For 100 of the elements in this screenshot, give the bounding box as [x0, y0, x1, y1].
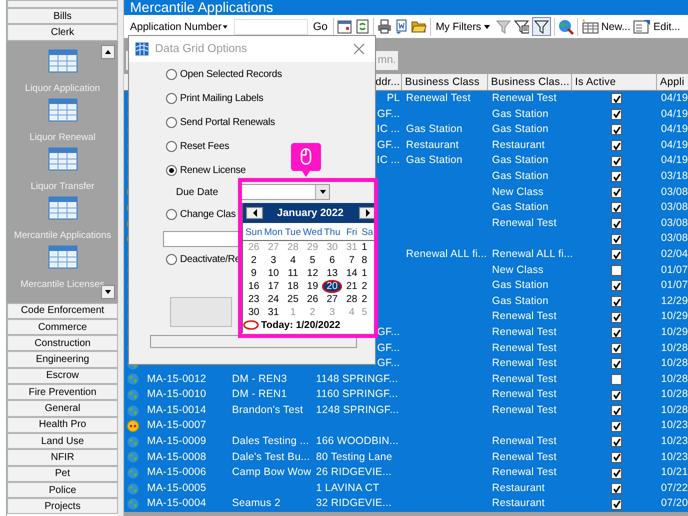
grid-row[interactable]: MA-15-0010 DM - REN1 1160 SPRINGF... Renewal Test 10/28 — [124, 387, 688, 403]
calendar-day[interactable]: 9 — [244, 267, 264, 280]
table-cell-text: Renewal Test — [491, 309, 558, 324]
table-cell-text: Gas Station — [491, 106, 550, 122]
grid-row[interactable]: MA-15-0004 Seamus 2 32 RIDGEVIE... Restaurant 07/20 — [124, 496, 688, 512]
table-cell-text: 10/23 — [660, 418, 688, 434]
calendar-day[interactable]: 12 — [302, 267, 322, 280]
calendar-day[interactable]: 10 — [264, 267, 284, 280]
table-cell-text: MA-15-0012 — [146, 372, 208, 387]
nav-button[interactable]: NFIR — [7, 449, 118, 466]
table-cell-text: Gas Station — [491, 122, 550, 138]
nav-button[interactable]: Police — [7, 482, 118, 498]
nav-button[interactable]: Code Enforcement — [7, 302, 118, 319]
table-cell-text: New Class — [491, 184, 545, 200]
table-cell-text: Restaurant — [491, 496, 546, 512]
nav-button[interactable]: Health Pro — [7, 416, 118, 433]
table-cell-text: GF... — [376, 106, 401, 122]
filters-dropdown[interactable]: My Filters — [434, 20, 494, 32]
calendar-day[interactable]: 11 — [283, 267, 303, 280]
calendar-day[interactable]: 25 — [283, 293, 303, 306]
table-cell-text: Renewal Test — [491, 356, 558, 372]
radio-label[interactable]: Print Mailing Labels — [180, 92, 264, 104]
calendar-day[interactable]: 14 — [342, 267, 362, 280]
calendar-day[interactable]: 23 — [244, 293, 264, 306]
grid-row[interactable]: MA-15-0014 Brandon's Test 1248 SPRINGF... Renewal Test 10/28 — [124, 402, 688, 418]
calendar-day[interactable]: 1 — [362, 267, 374, 280]
table-cell-text: DM - REN1 — [231, 387, 288, 402]
table-cell-text: 10/23 — [660, 434, 688, 450]
grid-row[interactable]: MA-15-0008 Dale's Test Bu... 80 Testing Lane Renewal Test 10/23 — [124, 450, 688, 466]
table-cell-text: 07/20 — [660, 496, 688, 512]
table-cell-text: 12/29 — [660, 294, 688, 309]
nav-button[interactable]: Land Use — [7, 432, 118, 450]
grid-row[interactable]: MA-15-0006 Camp Bow Wow 26 RIDGEVIE... Renewal Test 10/21 — [124, 465, 688, 481]
grid-row[interactable]: MA-15-0009 Dales Testing ... 166 WOODBIN... Renewal Test 10/23 — [124, 434, 688, 450]
nav-button[interactable]: Bills — [7, 8, 118, 24]
calendar-day[interactable]: 17 — [264, 280, 284, 293]
calendar-day[interactable]: 21 — [342, 280, 362, 293]
nav-button[interactable]: Projects — [7, 498, 118, 514]
table-cell-text: Camp Bow Wow — [231, 465, 312, 480]
table-cell-text: 10/29 — [660, 324, 688, 340]
calendar-day[interactable]: 16 — [244, 280, 264, 293]
table-cell-text: Renewal Test — [405, 91, 472, 106]
nav-button[interactable]: Engineering — [7, 351, 118, 368]
nav-button[interactable]: Fire Prevention — [7, 384, 118, 400]
table-cell-text: Renewal Test — [491, 340, 558, 356]
calendar-day[interactable]: 2 — [362, 293, 374, 306]
table-cell-text: Renewal Test — [491, 372, 558, 387]
calendar-day[interactable]: 19 — [302, 280, 322, 293]
nav-button[interactable]: Construction — [7, 335, 118, 352]
table-cell-text: Renewal Test — [491, 324, 558, 340]
calendar-day[interactable]: 2 — [362, 280, 374, 293]
table-cell-text: 04/19 — [660, 153, 688, 168]
column-header[interactable]: Business Class — [402, 74, 488, 90]
grid-row[interactable]: MA-15-0005 1 LAVINA CT Restaurant 07/22 — [124, 480, 688, 496]
calendar-day[interactable]: 26 — [302, 293, 322, 306]
table-cell-text: Gas Station — [491, 278, 550, 294]
grid-row[interactable]: MA-15-0012 DM - REN3 1148 SPRINGF... Renewal Test 10/28 — [124, 372, 688, 388]
table-cell-text: 04/19 — [660, 122, 688, 138]
grid-row[interactable]: MA-15-0007 10/23 — [124, 418, 688, 434]
nav-button[interactable]: Clerk — [7, 24, 118, 41]
table-cell-text: 1160 SPRINGF... — [315, 387, 400, 402]
table-cell-text: 10/28 — [660, 356, 688, 372]
table-cell-text: MA-15-0006 — [146, 465, 208, 480]
table-cell-text: 03/08 — [660, 216, 688, 231]
table-cell-text: GF... — [376, 356, 401, 372]
column-header[interactable]: Is Active — [572, 74, 657, 90]
table-cell-text: Restaurant — [491, 480, 546, 496]
nav-button[interactable]: General — [7, 400, 118, 417]
calendar-day[interactable]: 27 — [322, 293, 342, 306]
calendar-day[interactable]: 28 — [342, 293, 362, 306]
nav-button[interactable]: Commerce — [7, 318, 118, 336]
calendar-day[interactable]: 18 — [283, 280, 303, 293]
table-cell-text: 32 RIDGEVIE... — [315, 496, 393, 512]
go-button[interactable]: Go — [311, 20, 330, 32]
table-cell-text: 26 RIDGEVIE... — [315, 465, 393, 480]
table-cell-text: Renewal Test — [491, 465, 558, 480]
nav-button[interactable]: Escrow — [7, 368, 118, 384]
table-cell-text: 07/22 — [660, 480, 688, 496]
column-header[interactable]: Business Clas... — [488, 74, 572, 90]
calendar-day[interactable]: 20 — [322, 280, 342, 293]
column-header[interactable]: Appli — [657, 74, 688, 90]
field-label: Due Date — [176, 186, 220, 198]
new-button[interactable]: New... — [581, 19, 630, 34]
radio-label[interactable]: Deactivate/Re — [180, 254, 240, 264]
edit-button[interactable]: Edit... — [633, 19, 680, 34]
table-cell-text: 10/23 — [660, 450, 688, 465]
table-cell-text: Restaurant — [405, 138, 460, 153]
table-cell-text: Restaurant — [491, 138, 546, 153]
calendar-day[interactable]: 13 — [322, 267, 342, 280]
table-cell-text: MA-15-0007 — [146, 418, 208, 434]
table-cell-text: Renewal ALL fi... — [405, 246, 488, 262]
radio-label[interactable]: Open Selected Records — [180, 68, 282, 80]
table-cell-text: MA-15-0004 — [146, 496, 208, 512]
table-cell-text: Renewal Test — [491, 216, 558, 231]
calendar-day[interactable]: 24 — [264, 293, 284, 306]
table-cell-text: MA-15-0005 — [146, 480, 208, 496]
table-cell-text: MA-15-0008 — [146, 450, 208, 465]
nav-button[interactable]: Pet — [7, 466, 118, 482]
table-cell-text: 1 LAVINA CT — [315, 480, 380, 496]
radio-label[interactable]: Reset Fees — [180, 140, 230, 152]
